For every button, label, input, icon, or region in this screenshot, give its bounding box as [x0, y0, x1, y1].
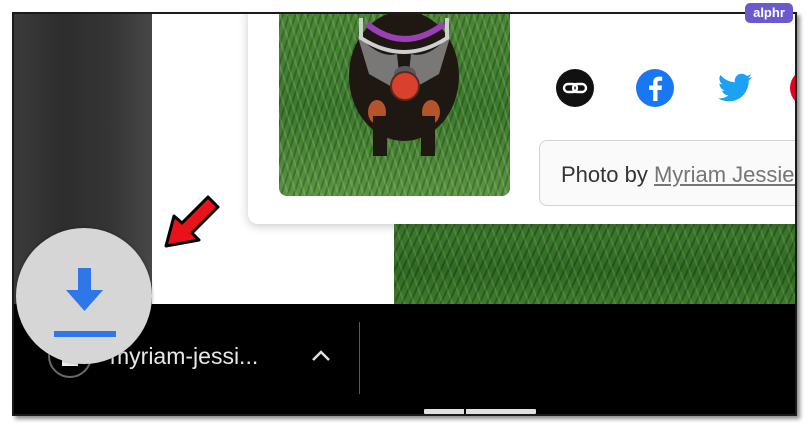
- download-options-button[interactable]: [303, 338, 339, 374]
- twitter-share-button[interactable]: [715, 68, 755, 108]
- red-arrow-icon: [164, 195, 220, 248]
- horizontal-scrollbar[interactable]: [424, 409, 536, 414]
- copy-link-button[interactable]: [555, 68, 595, 108]
- facebook-icon: [636, 69, 674, 107]
- share-card: Photo by Myriam Jessier: [248, 14, 795, 224]
- shelf-divider: [359, 322, 360, 394]
- scrollbar-divider: [464, 409, 466, 414]
- alphr-logo: alphr: [745, 3, 793, 23]
- pinterest-share-button[interactable]: [789, 68, 795, 108]
- twitter-icon: [718, 73, 752, 102]
- pinterest-icon: [790, 75, 795, 101]
- download-icon: [54, 268, 116, 337]
- chevron-up-icon: [312, 350, 330, 361]
- credit-prefix: Photo by: [561, 162, 654, 187]
- dog-photo[interactable]: [279, 14, 510, 196]
- grass-photo: [394, 219, 795, 304]
- download-button-zoom[interactable]: [16, 228, 152, 364]
- link-icon: [556, 69, 594, 107]
- dog-illustration: [349, 14, 459, 156]
- browser-window: Photo by Myriam Jessier myriam-jessi...: [12, 12, 797, 416]
- author-link[interactable]: Myriam Jessier: [654, 162, 795, 187]
- photo-credit: Photo by Myriam Jessier: [539, 140, 795, 206]
- facebook-share-button[interactable]: [635, 68, 675, 108]
